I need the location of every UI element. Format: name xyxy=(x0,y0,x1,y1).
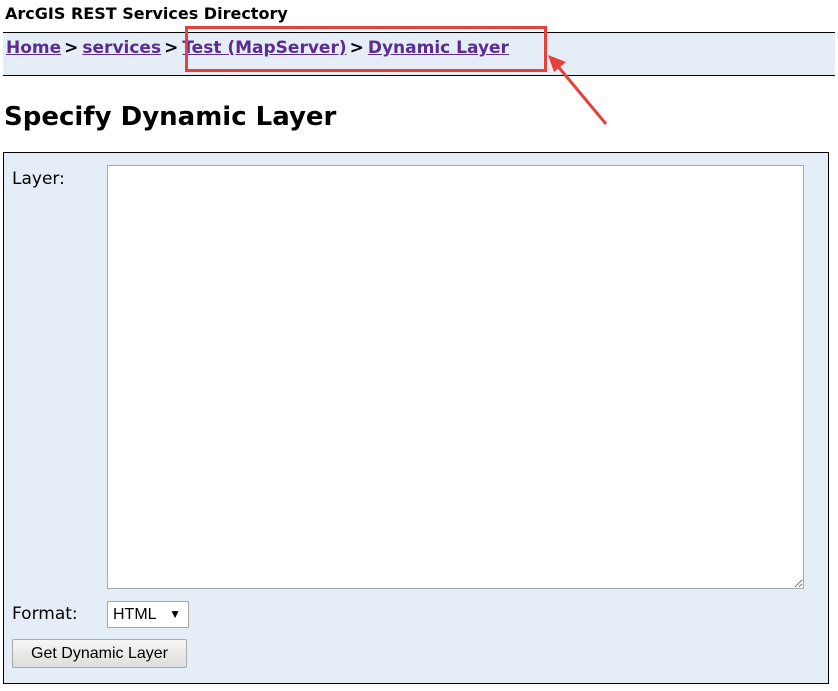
page-title: Specify Dynamic Layer xyxy=(4,102,337,132)
breadcrumb: Home > services > Test (MapServer) > Dynamic L… xyxy=(6,37,509,59)
triangle-down-icon: ▼ xyxy=(169,607,181,621)
breadcrumb-mapserver-link[interactable]: Test (MapServer) xyxy=(182,38,346,58)
breadcrumb-separator: > xyxy=(164,38,179,58)
breadcrumb-dynamic-layer-link[interactable]: Dynamic Layer xyxy=(368,38,509,58)
breadcrumb-services-link[interactable]: services xyxy=(82,38,161,58)
breadcrumb-home-link[interactable]: Home xyxy=(6,38,61,58)
format-label: Format: xyxy=(12,604,78,624)
format-select[interactable]: HTML ▼ xyxy=(107,601,189,628)
breadcrumb-separator: > xyxy=(349,38,364,58)
form-panel: Layer: Format: HTML ▼ Get Dynamic Layer xyxy=(3,152,829,684)
breadcrumb-separator: > xyxy=(64,38,79,58)
layer-textarea[interactable] xyxy=(107,165,804,589)
app-title: ArcGIS REST Services Directory xyxy=(5,4,288,23)
nav-bar: Home > services > Test (MapServer) > Dynamic L… xyxy=(3,32,835,76)
layer-label: Layer: xyxy=(12,169,65,189)
format-select-value: HTML xyxy=(113,606,157,623)
get-dynamic-layer-button[interactable]: Get Dynamic Layer xyxy=(12,639,187,668)
